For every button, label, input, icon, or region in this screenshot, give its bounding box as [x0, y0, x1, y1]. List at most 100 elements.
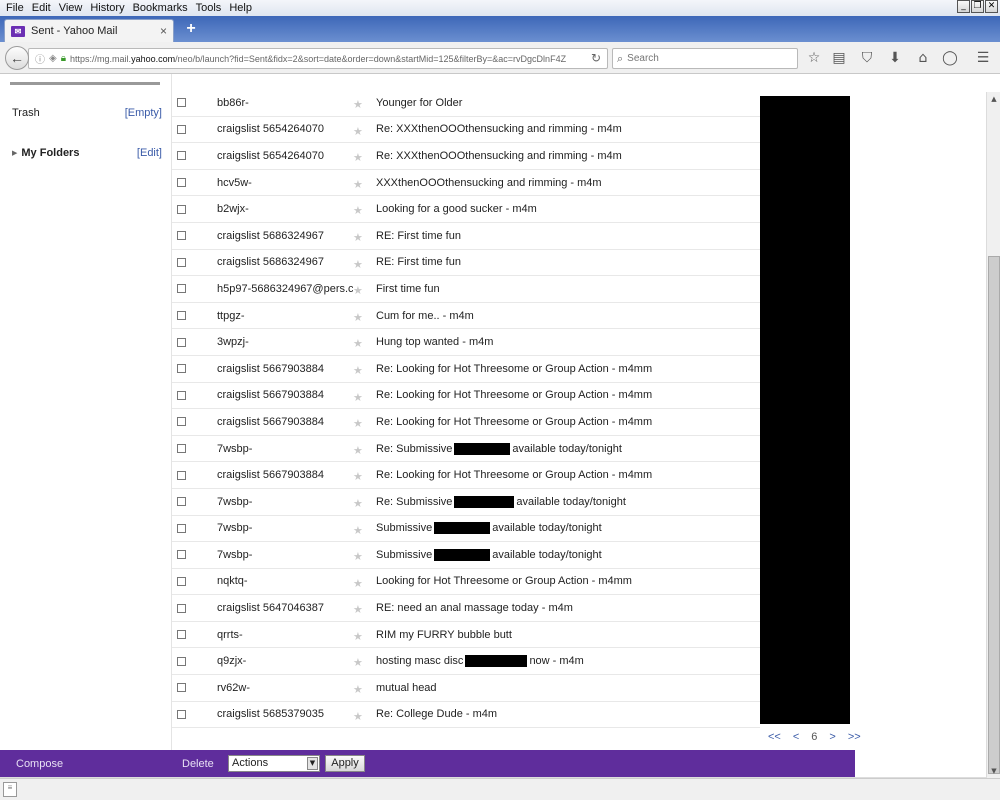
message-row[interactable]: craigslist 5686324967 ★ RE: First time fun	[172, 250, 760, 277]
home-icon[interactable]: ⌂	[915, 50, 931, 66]
star-icon[interactable]: ★	[353, 258, 363, 271]
message-checkbox[interactable]	[177, 683, 186, 693]
star-icon[interactable]: ★	[353, 204, 363, 217]
message-checkbox[interactable]	[177, 284, 186, 294]
message-row[interactable]: craigslist 5686324967 ★ RE: First time fun	[172, 223, 760, 250]
menu-edit[interactable]: Edit	[28, 2, 55, 14]
message-checkbox[interactable]	[177, 151, 186, 161]
menu-view[interactable]: View	[55, 2, 87, 14]
message-subject[interactable]: Re: XXXthenOOOthensucking and rimming - …	[376, 123, 622, 135]
message-recipient[interactable]: h5p97-5686324967@pers.craigslist.org	[217, 283, 353, 295]
message-row[interactable]: hcv5w- ★ XXXthenOOOthensucking and rimming…	[172, 170, 760, 197]
message-subject[interactable]: Submissive available today/tonight	[376, 548, 602, 561]
reload-icon[interactable]: ↻	[591, 51, 601, 65]
message-subject[interactable]: Re: Looking for Hot Threesome or Group A…	[376, 363, 652, 375]
message-row[interactable]: ttpgz- ★ Cum for me.. - m4m	[172, 303, 760, 330]
message-subject[interactable]: Hung top wanted - m4m	[376, 336, 493, 348]
star-icon[interactable]: ★	[353, 364, 363, 377]
star-icon[interactable]: ★	[353, 497, 363, 510]
star-icon[interactable]: ★	[353, 524, 363, 537]
message-subject[interactable]: mutual head	[376, 682, 437, 694]
tab-close-icon[interactable]: ×	[160, 24, 167, 38]
message-recipient[interactable]: bb86r-	[217, 97, 353, 109]
message-subject[interactable]: Re: XXXthenOOOthensucking and rimming - …	[376, 150, 622, 162]
message-checkbox[interactable]	[177, 523, 186, 533]
message-checkbox[interactable]	[177, 576, 186, 586]
star-icon[interactable]: ★	[353, 391, 363, 404]
star-icon[interactable]: ★	[353, 683, 363, 696]
message-recipient[interactable]: craigslist 5654264070	[217, 123, 353, 135]
message-checkbox[interactable]	[177, 444, 186, 454]
message-checkbox[interactable]	[177, 497, 186, 507]
info-icon[interactable]: ⓘ	[35, 51, 45, 66]
message-recipient[interactable]: craigslist 5685379035	[217, 708, 353, 720]
message-subject[interactable]: Re: College Dude - m4m	[376, 708, 497, 720]
star-icon[interactable]: ★	[353, 98, 363, 111]
message-recipient[interactable]: 3wpzj-	[217, 336, 353, 348]
message-recipient[interactable]: craigslist 5667903884	[217, 363, 353, 375]
pager-first[interactable]: <<	[768, 731, 781, 743]
message-checkbox[interactable]	[177, 470, 186, 480]
star-icon[interactable]: ★	[353, 550, 363, 563]
search-input[interactable]	[627, 53, 778, 64]
message-checkbox[interactable]	[177, 337, 186, 347]
chat-icon[interactable]: ◯	[942, 50, 958, 66]
vertical-scrollbar[interactable]: ▲ ▼	[986, 92, 1000, 778]
scrollbar-thumb[interactable]	[988, 256, 1000, 774]
star-icon[interactable]: ★	[353, 284, 363, 297]
star-icon[interactable]: ★	[353, 577, 363, 590]
minimize-icon[interactable]: _	[957, 0, 970, 13]
message-subject[interactable]: Re: Looking for Hot Threesome or Group A…	[376, 416, 652, 428]
new-tab-icon[interactable]: +	[182, 20, 200, 38]
message-subject[interactable]: hosting masc disc now - m4m	[376, 655, 584, 668]
message-checkbox[interactable]	[177, 178, 186, 188]
message-subject[interactable]: RIM my FURRY bubble butt	[376, 629, 512, 641]
message-row[interactable]: craigslist 5667903884 ★ Re: Looking for Ho…	[172, 383, 760, 410]
message-checkbox[interactable]	[177, 257, 186, 267]
message-checkbox[interactable]	[177, 603, 186, 613]
hamburger-menu-icon[interactable]: ☰	[975, 50, 991, 66]
expand-triangle-icon[interactable]: ▶	[12, 149, 17, 157]
message-row[interactable]: craigslist 5667903884 ★ Re: Looking for Ho…	[172, 409, 760, 436]
message-row[interactable]: 3wpzj- ★ Hung top wanted - m4m	[172, 329, 760, 356]
star-icon[interactable]: ★	[353, 178, 363, 191]
sidebar-item-my-folders[interactable]: ▶ My Folders [Edit]	[0, 147, 172, 159]
message-subject[interactable]: Re: Looking for Hot Threesome or Group A…	[376, 389, 652, 401]
star-icon[interactable]: ★	[353, 444, 363, 457]
message-row[interactable]: 7wsbp- ★ Submissive available today/tonight	[172, 516, 760, 543]
pager-next[interactable]: >	[829, 731, 835, 743]
star-icon[interactable]: ★	[353, 417, 363, 430]
message-subject[interactable]: First time fun	[376, 283, 440, 295]
message-row[interactable]: h5p97-5686324967@pers.craigslist.org★ Fir…	[172, 276, 760, 303]
message-checkbox[interactable]	[177, 417, 186, 427]
shield-icon[interactable]: ◈	[49, 53, 57, 64]
message-recipient[interactable]: q9zjx-	[217, 655, 353, 667]
message-row[interactable]: qrrts- ★ RIM my FURRY bubble butt	[172, 622, 760, 649]
message-subject[interactable]: Cum for me.. - m4m	[376, 310, 474, 322]
message-recipient[interactable]: craigslist 5667903884	[217, 389, 353, 401]
message-row[interactable]: bb86r- ★ Younger for Older	[172, 90, 760, 117]
tab-sent-yahoo-mail[interactable]: ✉ Sent - Yahoo Mail ×	[4, 19, 174, 42]
url-text[interactable]: https://mg.mail.yahoo.com/neo/b/launch?f…	[70, 54, 607, 64]
message-row[interactable]: q9zjx- ★ hosting masc disc now - m4m	[172, 648, 760, 676]
star-icon[interactable]: ★	[353, 710, 363, 723]
message-recipient[interactable]: 7wsbp-	[217, 522, 353, 534]
menu-tools[interactable]: Tools	[192, 2, 226, 14]
pocket-icon[interactable]: ⛉	[859, 50, 875, 66]
dropdown-arrow-icon[interactable]: ▼	[307, 757, 318, 770]
message-recipient[interactable]: 7wsbp-	[217, 496, 353, 508]
message-recipient[interactable]: craigslist 5667903884	[217, 469, 353, 481]
download-icon[interactable]: ⬇	[887, 50, 903, 66]
message-checkbox[interactable]	[177, 98, 186, 108]
sidebar-item-trash[interactable]: Trash [Empty]	[0, 107, 172, 119]
message-subject[interactable]: Looking for a good sucker - m4m	[376, 203, 537, 215]
my-folders-label[interactable]: My Folders	[21, 147, 79, 159]
message-checkbox[interactable]	[177, 124, 186, 134]
message-subject[interactable]: Re: Submissive available today/tonight	[376, 442, 622, 455]
compose-button[interactable]: Compose	[16, 758, 63, 770]
message-checkbox[interactable]	[177, 204, 186, 214]
message-row[interactable]: craigslist 5667903884 ★ Re: Looking for Ho…	[172, 356, 760, 383]
restore-icon[interactable]: ❐	[971, 0, 984, 13]
message-checkbox[interactable]	[177, 709, 186, 719]
message-checkbox[interactable]	[177, 364, 186, 374]
